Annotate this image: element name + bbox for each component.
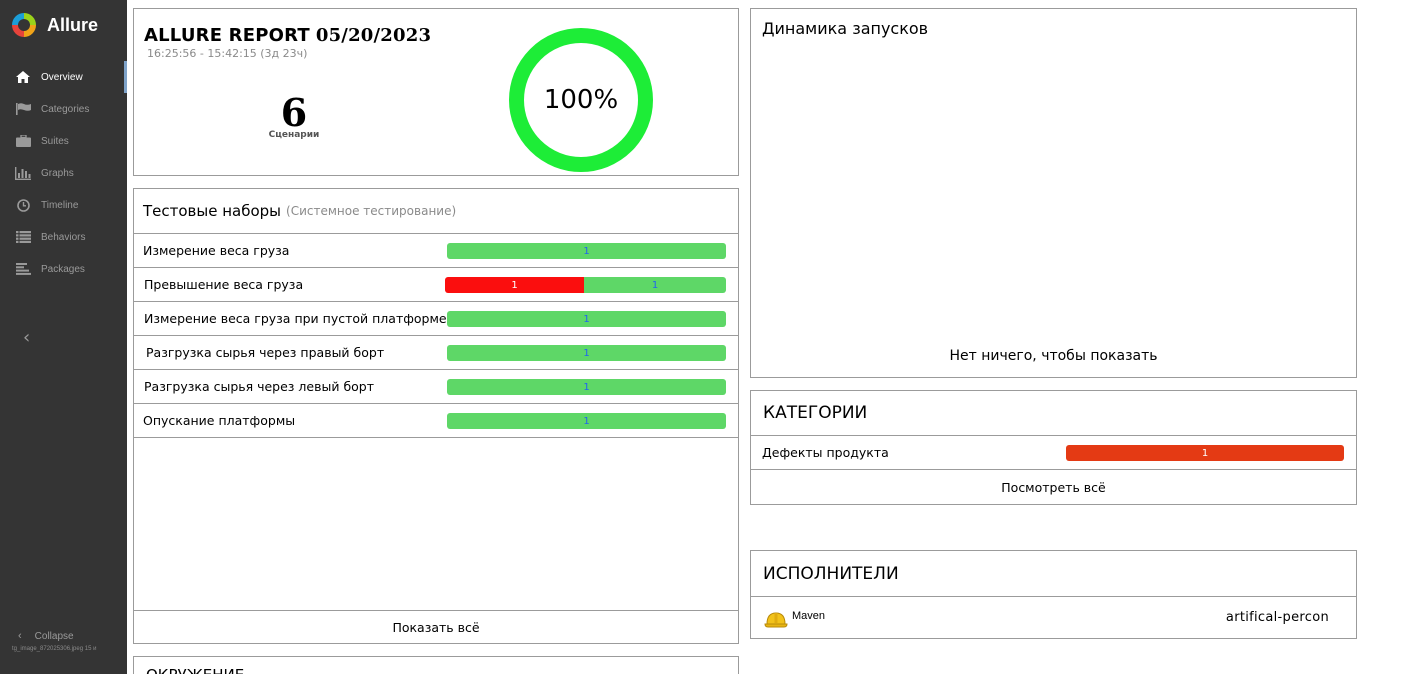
suite-row[interactable]: Превышение веса груза 1 1 bbox=[134, 268, 738, 302]
suite-row[interactable]: Измерение веса груза 1 bbox=[134, 234, 738, 268]
suites-header: Тестовые наборы (Системное тестирование) bbox=[134, 189, 738, 234]
report-title: ALLURE REPORT 05/20/2023 bbox=[144, 25, 431, 46]
view-all-link[interactable]: Посмотреть всё bbox=[751, 470, 1356, 504]
suite-name: Превышение веса груза bbox=[144, 277, 304, 292]
sidebar-item-graphs[interactable]: Graphs bbox=[0, 157, 127, 189]
test-case-count-label: Сценарии bbox=[268, 130, 320, 140]
sidebar: Allure Overview Categories Suites Graphs bbox=[0, 0, 127, 674]
briefcase-icon bbox=[15, 134, 31, 148]
executor-name: Maven bbox=[792, 610, 826, 622]
suite-status-bar: 1 bbox=[447, 413, 726, 429]
trend-widget: Динамика запусков Нет ничего, чтобы пока… bbox=[750, 8, 1357, 378]
passed-segment: 1 bbox=[447, 311, 726, 327]
show-all-link[interactable]: Показать всё bbox=[134, 610, 738, 643]
clock-icon bbox=[15, 198, 31, 212]
environment-widget: ОКРУЖЕНИЕ bbox=[133, 656, 739, 674]
passed-segment: 1 bbox=[447, 413, 726, 429]
category-row[interactable]: Дефекты продукта 1 bbox=[751, 436, 1356, 470]
collapse-button[interactable]: ‹ Collapse bbox=[18, 630, 74, 642]
category-count-bar: 1 bbox=[1066, 445, 1344, 461]
success-rate-donut[interactable]: 100% bbox=[509, 28, 653, 172]
success-rate-percent: 100% bbox=[543, 85, 619, 115]
list-icon bbox=[15, 230, 31, 244]
sidebar-item-categories[interactable]: Categories bbox=[0, 93, 127, 125]
chevron-left-icon[interactable]: ‹ bbox=[23, 327, 30, 348]
home-icon bbox=[15, 70, 31, 84]
failed-segment: 1 bbox=[445, 277, 584, 293]
suite-name: Разгрузка сырья через правый борт bbox=[146, 345, 385, 360]
brand-name: Allure bbox=[47, 14, 99, 35]
passed-segment: 1 bbox=[447, 345, 726, 361]
sidebar-item-label: Suites bbox=[41, 135, 69, 147]
category-name: Дефекты продукта bbox=[762, 445, 889, 460]
categories-title: КАТЕГОРИИ bbox=[751, 391, 1356, 436]
report-date: 05/20/2023 bbox=[315, 25, 432, 46]
suite-name: Опускание платформы bbox=[143, 413, 296, 428]
suite-name: Разгрузка сырья через левый борт bbox=[144, 379, 375, 394]
executor-build-link[interactable]: artifical-percon bbox=[1226, 610, 1329, 625]
categories-widget: КАТЕГОРИИ Дефекты продукта 1 Посмотреть … bbox=[750, 390, 1357, 505]
sidebar-item-label: Packages bbox=[41, 263, 85, 275]
bar-chart-icon bbox=[15, 166, 31, 180]
trend-empty-message: Нет ничего, чтобы показать bbox=[949, 348, 1158, 364]
environment-title: ОКРУЖЕНИЕ bbox=[146, 666, 244, 674]
suite-status-bar: 1 bbox=[447, 379, 726, 395]
sidebar-item-overview[interactable]: Overview bbox=[0, 61, 127, 93]
align-left-icon bbox=[15, 262, 31, 276]
suite-row[interactable]: Разгрузка сырья через правый борт 1 bbox=[134, 336, 738, 370]
suite-name: Измерение веса груза bbox=[143, 243, 290, 258]
sidebar-item-label: Graphs bbox=[41, 167, 74, 179]
passed-segment: 1 bbox=[447, 243, 726, 259]
suite-name: Измерение веса груза при пустой платформ… bbox=[144, 311, 447, 326]
suite-status-bar: 1 bbox=[447, 243, 726, 259]
brand[interactable]: Allure bbox=[12, 12, 98, 38]
sidebar-item-label: Categories bbox=[41, 103, 90, 115]
suites-widget: Тестовые наборы (Системное тестирование)… bbox=[133, 188, 739, 644]
summary-widget: ALLURE REPORT 05/20/2023 16:25:56 - 15:42… bbox=[133, 8, 739, 176]
flag-icon bbox=[15, 102, 31, 116]
suite-row[interactable]: Измерение веса груза при пустой платформ… bbox=[134, 302, 738, 336]
sidebar-item-label: Overview bbox=[41, 71, 83, 83]
file-caption: tg_image_872025306.jpeg 15 и bbox=[12, 646, 97, 652]
sidebar-item-label: Timeline bbox=[41, 199, 79, 211]
suite-status-bar: 1 1 bbox=[445, 277, 726, 293]
suite-status-bar: 1 bbox=[447, 345, 726, 361]
passed-segment: 1 bbox=[584, 277, 726, 293]
sidebar-item-label: Behaviors bbox=[41, 231, 86, 243]
suites-title: Тестовые наборы bbox=[143, 202, 282, 220]
executor-row[interactable]: Maven artifical-percon bbox=[751, 597, 1356, 638]
hard-hat-icon bbox=[764, 608, 788, 630]
collapse-label: Collapse bbox=[34, 630, 74, 642]
executors-widget: ИСПОЛНИТЕЛИ Maven artifical-percon bbox=[750, 550, 1357, 639]
sidebar-item-packages[interactable]: Packages bbox=[0, 253, 127, 285]
suite-status-bar: 1 bbox=[447, 311, 726, 327]
report-title-text: ALLURE REPORT bbox=[144, 25, 310, 46]
suite-row[interactable]: Разгрузка сырья через левый борт 1 bbox=[134, 370, 738, 404]
test-case-count: 6 bbox=[280, 90, 308, 135]
sidebar-item-behaviors[interactable]: Behaviors bbox=[0, 221, 127, 253]
executors-title: ИСПОЛНИТЕЛИ bbox=[751, 551, 1356, 597]
trend-title: Динамика запусков bbox=[762, 19, 929, 38]
chevron-left-icon: ‹ bbox=[18, 630, 22, 642]
sidebar-item-suites[interactable]: Suites bbox=[0, 125, 127, 157]
allure-logo-icon bbox=[12, 13, 36, 37]
report-time-range: 16:25:56 - 15:42:15 (3д 23ч) bbox=[147, 47, 308, 60]
sidebar-item-timeline[interactable]: Timeline bbox=[0, 189, 127, 221]
sidebar-nav: Overview Categories Suites Graphs Timeli… bbox=[0, 61, 127, 285]
suite-row[interactable]: Опускание платформы 1 bbox=[134, 404, 738, 438]
suites-subtitle: (Системное тестирование) bbox=[286, 204, 457, 218]
passed-segment: 1 bbox=[447, 379, 726, 395]
